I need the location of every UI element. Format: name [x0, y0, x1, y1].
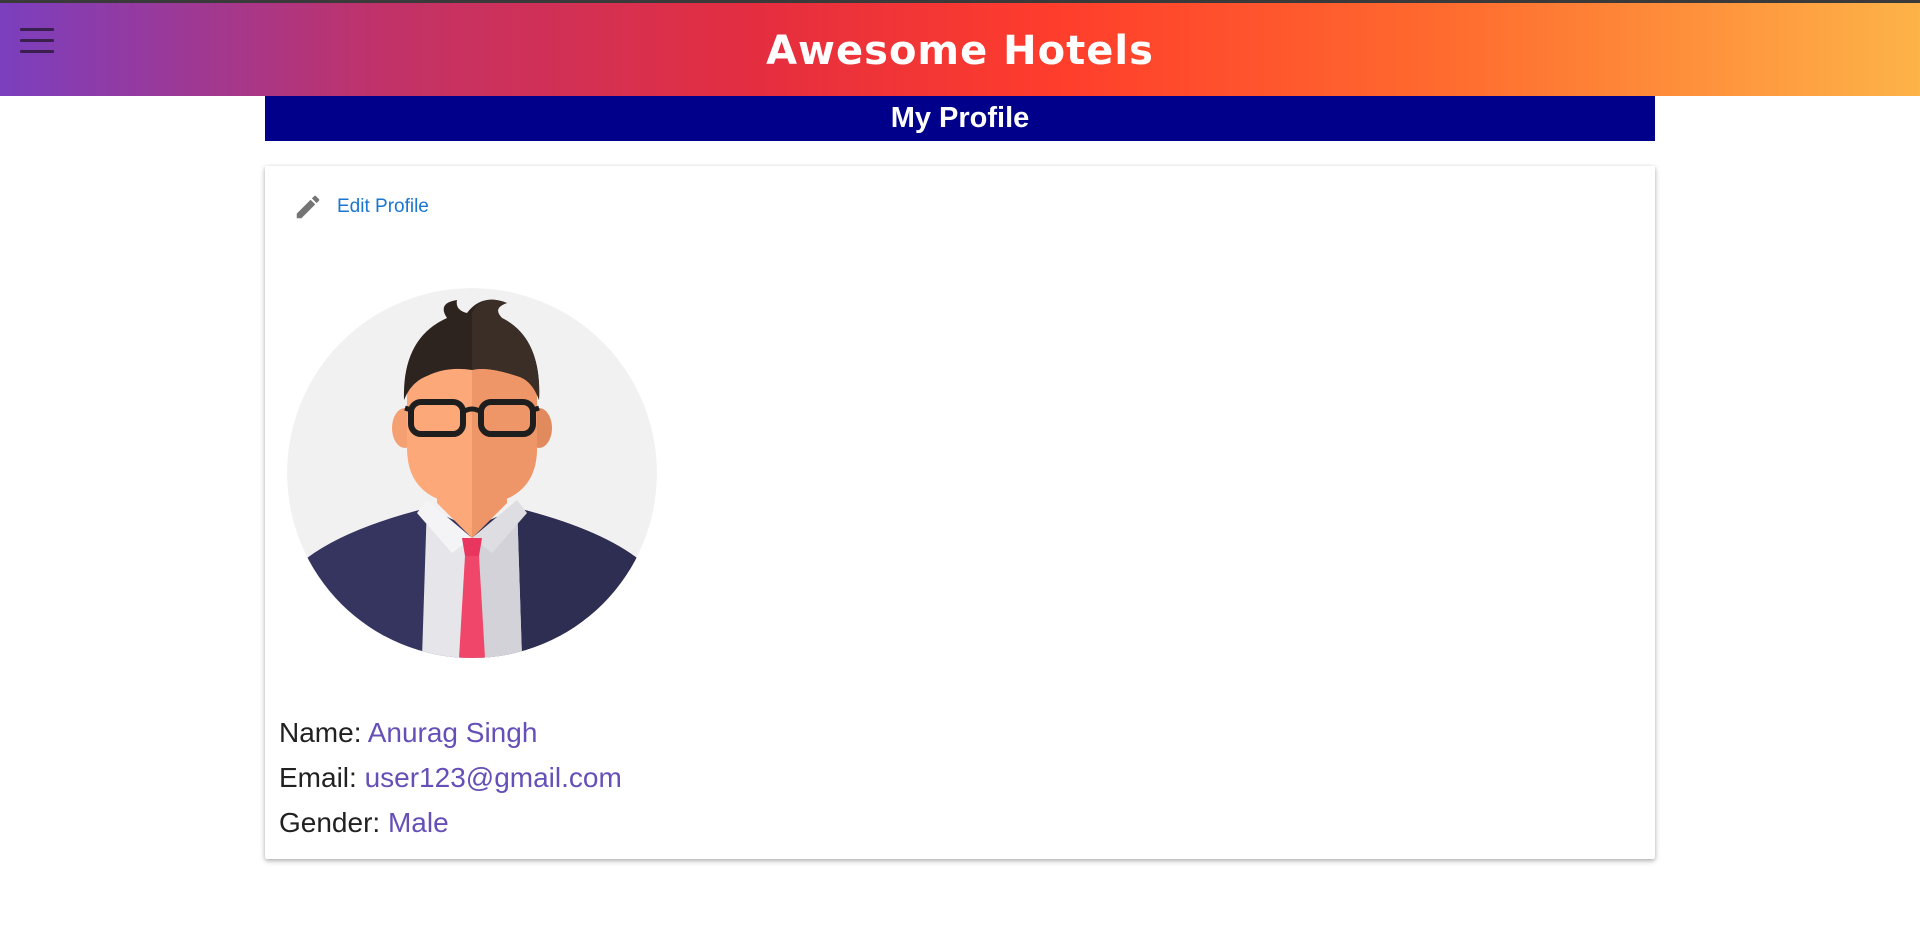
profile-details: Name: Anurag Singh Email: user123@gmail.…	[279, 710, 622, 845]
gender-row: Gender: Male	[279, 800, 622, 845]
name-value: Anurag Singh	[367, 717, 538, 748]
user-avatar	[287, 288, 657, 658]
email-label: Email:	[279, 762, 357, 793]
app-bar: Awesome Hotels	[0, 0, 1920, 96]
gender-value: Male	[387, 807, 449, 838]
gender-label: Gender:	[279, 807, 381, 838]
name-row: Name: Anurag Singh	[279, 710, 622, 755]
email-value: user123@gmail.com	[364, 762, 622, 793]
edit-profile-label: Edit Profile	[337, 196, 429, 217]
edit-profile-button[interactable]: Edit Profile	[293, 192, 429, 222]
app-title: Awesome Hotels	[766, 28, 1154, 74]
page-title: My Profile	[265, 96, 1655, 141]
email-row: Email: user123@gmail.com	[279, 755, 622, 800]
profile-card: Edit Profile Name: Anurag Singh Email: u…	[265, 166, 1655, 859]
pencil-icon	[296, 195, 320, 219]
name-label: Name:	[279, 717, 362, 748]
